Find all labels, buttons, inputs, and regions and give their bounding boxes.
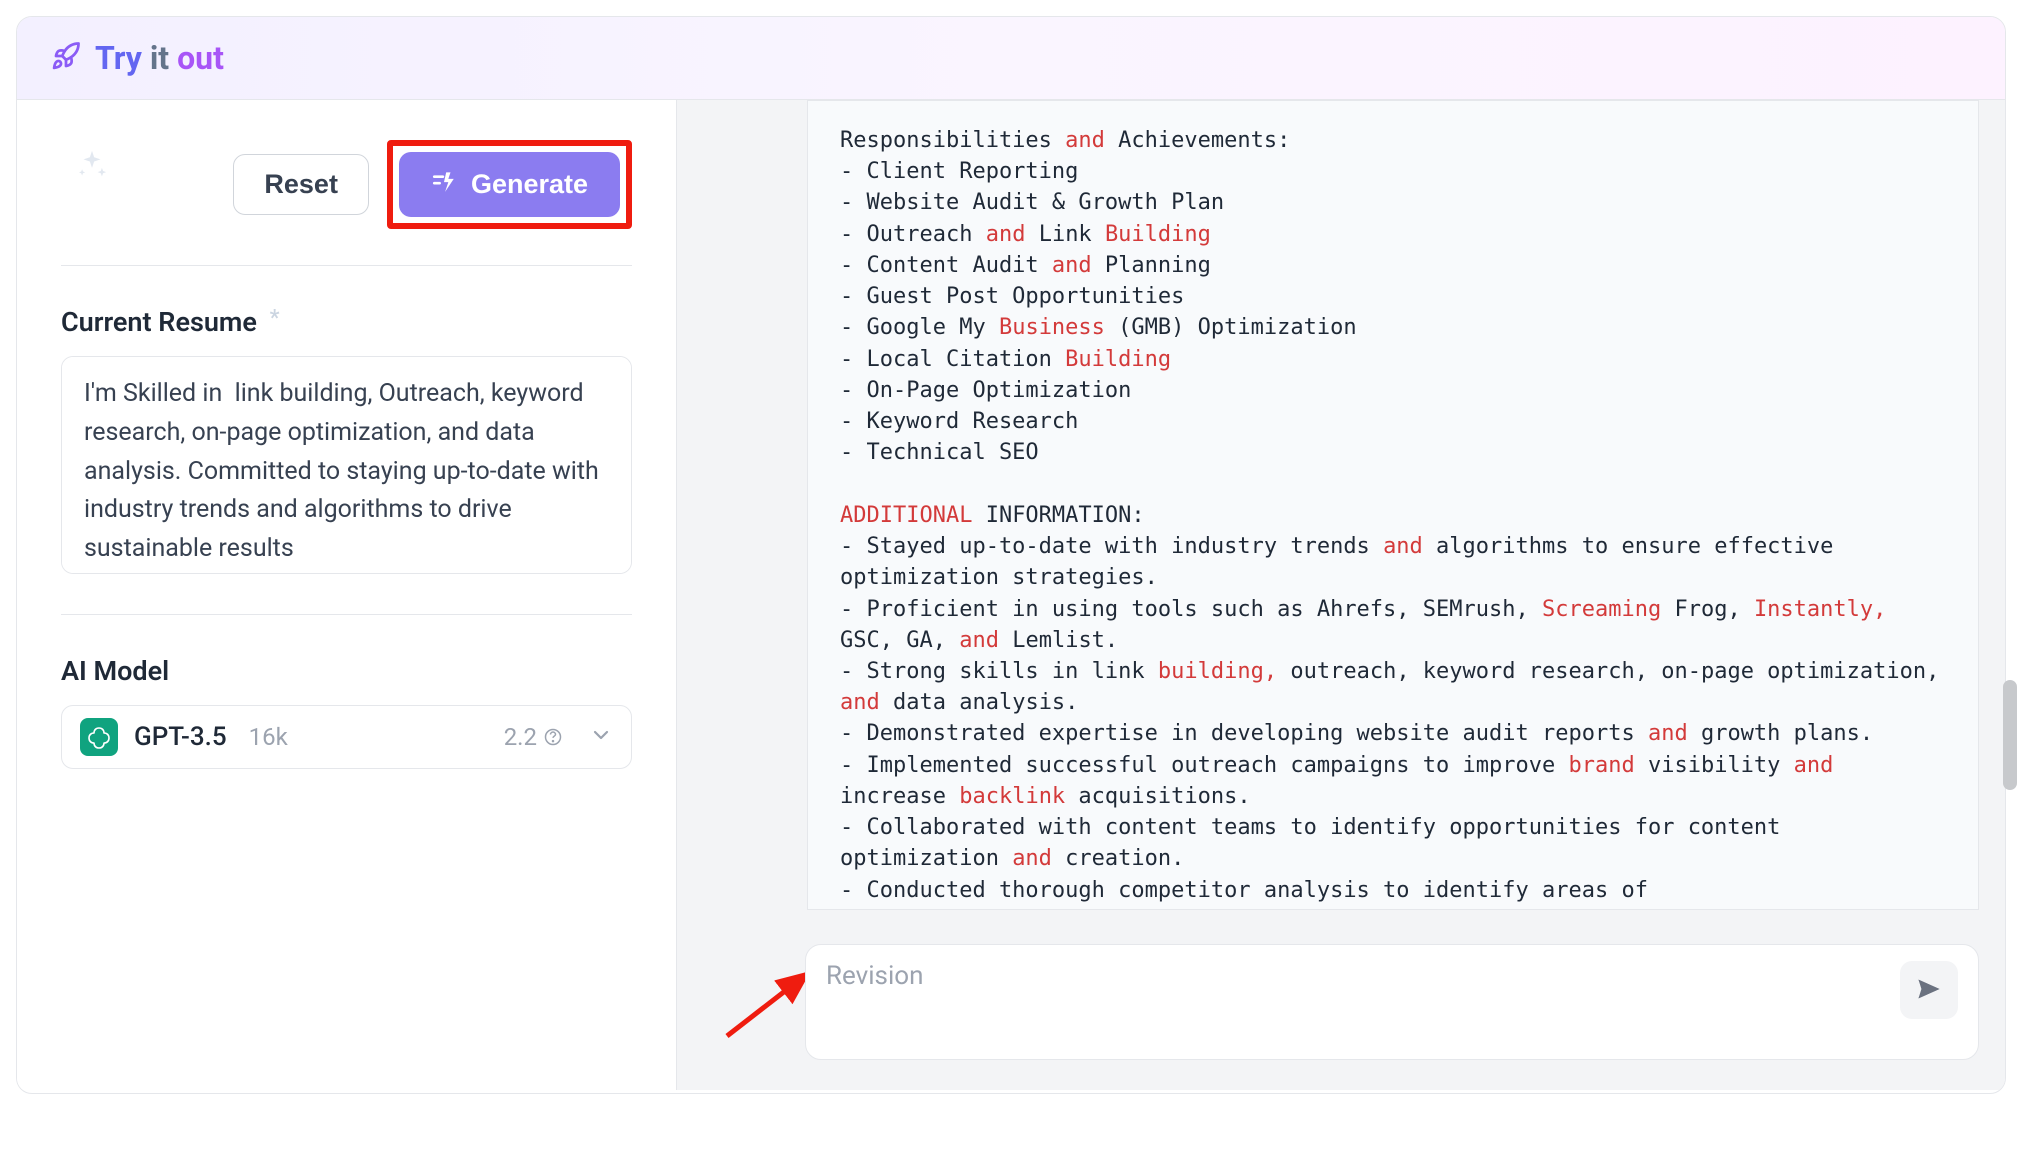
- sparkle-icon: [75, 148, 109, 186]
- send-button[interactable]: [1900, 961, 1958, 1019]
- left-panel: Reset Generate: [17, 100, 677, 1090]
- resume-textarea[interactable]: [61, 356, 632, 574]
- model-select[interactable]: GPT-3.5 16k 2.2: [61, 705, 632, 769]
- model-cost: 2.2: [504, 723, 563, 751]
- app-frame: Try it out Reset: [16, 16, 2006, 1094]
- reset-button[interactable]: Reset: [233, 154, 369, 215]
- output-text: Responsibilities and Achievements: - Cli…: [807, 100, 1979, 910]
- revision-input[interactable]: [826, 961, 1900, 1041]
- body-area: Reset Generate: [17, 100, 2005, 1090]
- title-try: Try: [95, 39, 142, 77]
- divider-1: [61, 265, 632, 266]
- ai-model-field: AI Model GPT-3.5 16k 2.2: [61, 655, 632, 769]
- title-it: it: [150, 39, 169, 77]
- required-star: *: [270, 306, 280, 331]
- callout-arrow-icon: [719, 964, 819, 1044]
- bolt-icon: [431, 168, 457, 201]
- resume-label: Current Resume: [61, 306, 257, 338]
- model-context: 16k: [249, 723, 288, 751]
- tryout-header: Try it out: [17, 17, 2005, 100]
- resume-field: Current Resume *: [61, 306, 632, 578]
- send-icon: [1915, 975, 1943, 1006]
- generate-label: Generate: [471, 169, 588, 200]
- title-out: out: [177, 39, 224, 77]
- chevron-down-icon: [589, 723, 613, 751]
- rocket-icon: [51, 41, 81, 75]
- ai-model-label: AI Model: [61, 655, 632, 687]
- right-panel: Responsibilities and Achievements: - Cli…: [677, 100, 2005, 1090]
- model-name: GPT-3.5: [134, 722, 227, 752]
- revision-bar: [805, 944, 1979, 1060]
- generate-highlight: Generate: [387, 140, 632, 229]
- scroll-thumb[interactable]: [2003, 680, 2017, 790]
- page-scrollbar[interactable]: [2000, 0, 2020, 1150]
- tryout-title: Try it out: [95, 39, 224, 77]
- divider-2: [61, 614, 632, 615]
- action-row: Reset Generate: [61, 140, 632, 229]
- generate-button[interactable]: Generate: [399, 152, 620, 217]
- openai-icon: [80, 718, 118, 756]
